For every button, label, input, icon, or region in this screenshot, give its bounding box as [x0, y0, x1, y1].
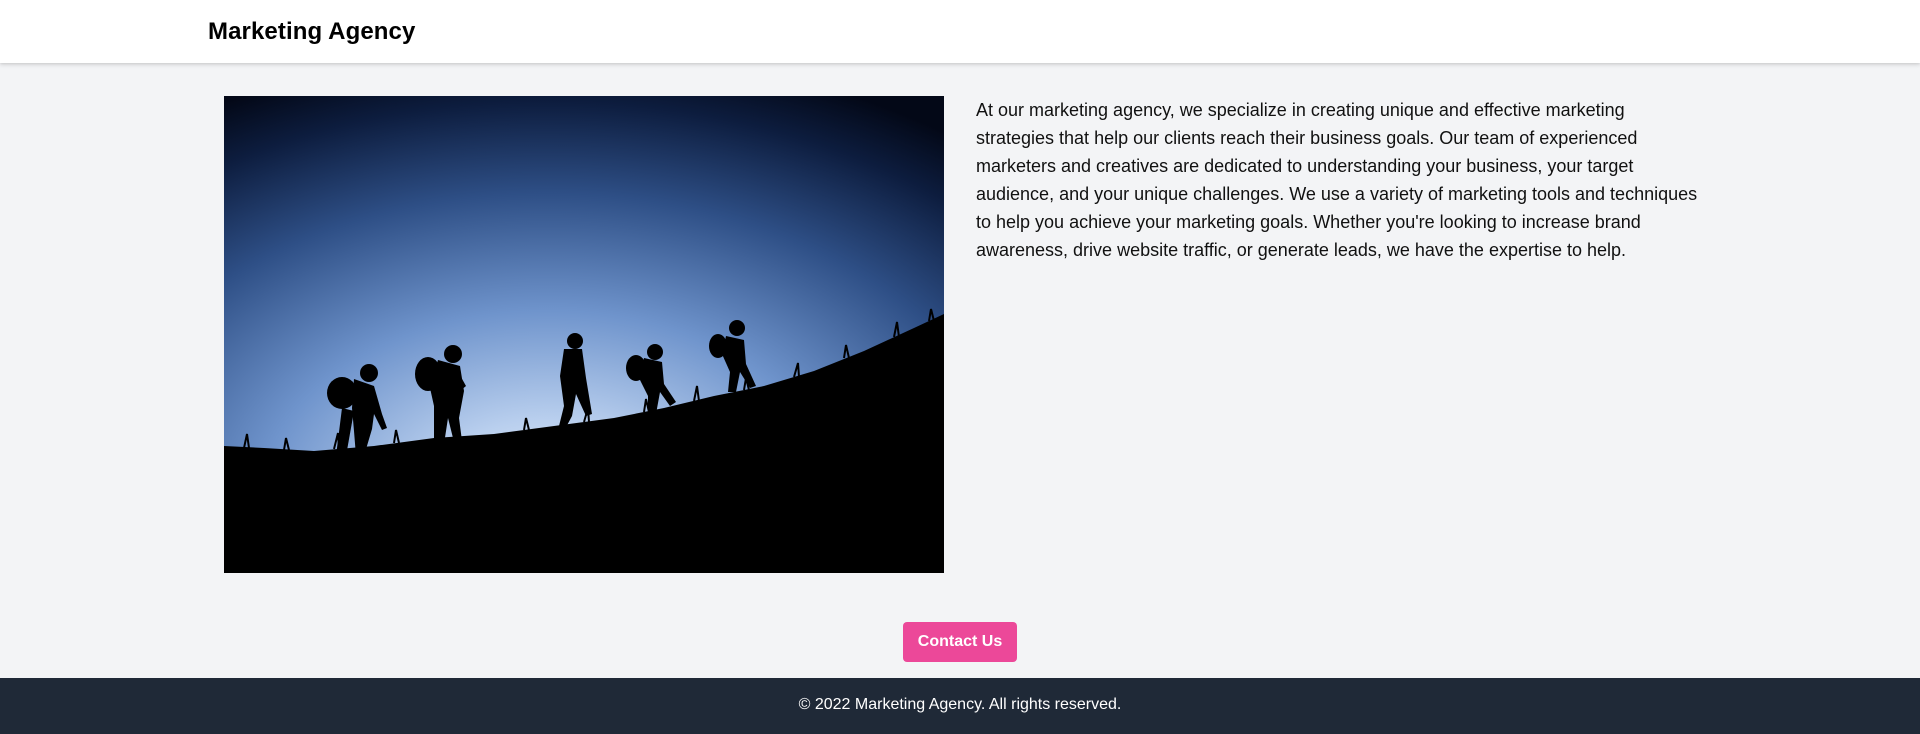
site-header: Marketing Agency [0, 0, 1920, 63]
copyright-text: © 2022 Marketing Agency. All rights rese… [798, 696, 1122, 713]
contact-us-button[interactable]: Contact Us [903, 622, 1017, 662]
site-brand[interactable]: Marketing Agency [208, 18, 415, 46]
agency-description: At our marketing agency, we specialize i… [976, 100, 1698, 260]
hero-image [224, 96, 944, 573]
site-footer: © 2022 Marketing Agency. All rights rese… [0, 678, 1920, 734]
